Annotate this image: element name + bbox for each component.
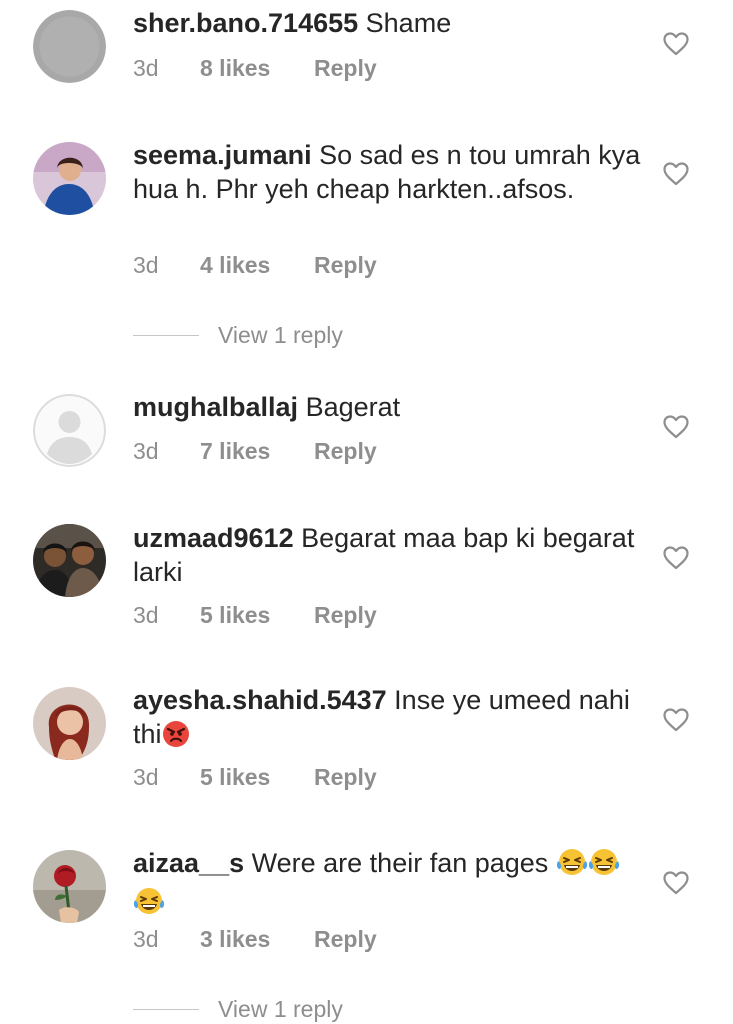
comment-username[interactable]: ayesha.shahid.5437 <box>133 685 387 715</box>
view-replies-label: View 1 reply <box>218 321 343 348</box>
comment-meta: 3d 8 likes Reply <box>133 55 377 82</box>
heart-icon[interactable] <box>663 162 689 186</box>
comment-likes[interactable]: 5 likes <box>200 764 314 791</box>
avatar[interactable] <box>33 687 106 760</box>
comment-meta: 3d 4 likes Reply <box>133 252 377 279</box>
heart-icon[interactable] <box>663 546 689 570</box>
comment-time: 3d <box>133 602 159 628</box>
comment-body: mughalballaj Bagerat <box>133 390 643 424</box>
comment-time: 3d <box>133 252 159 278</box>
comment-likes[interactable]: 8 likes <box>200 55 314 82</box>
comment-likes[interactable]: 7 likes <box>200 438 314 465</box>
comment-meta: 3d 3 likes Reply <box>133 926 377 953</box>
avatar[interactable] <box>33 10 106 83</box>
view-replies-button[interactable]: View 1 reply <box>133 320 343 350</box>
reply-button[interactable]: Reply <box>314 764 377 791</box>
comment-time: 3d <box>133 438 159 464</box>
reply-button[interactable]: Reply <box>314 55 377 82</box>
comment-likes[interactable]: 5 likes <box>200 602 314 629</box>
comment-body: uzmaad9612 Begarat maa bap ki begarat la… <box>133 521 643 589</box>
reply-button[interactable]: Reply <box>314 602 377 629</box>
heart-icon[interactable] <box>663 415 689 439</box>
avatar[interactable] <box>33 524 106 597</box>
laughing-tears-emoji <box>556 847 588 885</box>
avatar[interactable] <box>33 394 106 467</box>
comment-meta: 3d 5 likes Reply <box>133 602 377 629</box>
comment-body: seema.jumani So sad es n tou umrah kya h… <box>133 138 643 206</box>
avatar[interactable] <box>33 850 106 923</box>
comment-username[interactable]: aizaa__s <box>133 848 244 878</box>
comment-username[interactable]: seema.jumani <box>133 140 312 170</box>
avatar[interactable] <box>33 142 106 215</box>
heart-icon[interactable] <box>663 708 689 732</box>
heart-icon[interactable] <box>663 32 689 56</box>
divider-line <box>133 334 199 336</box>
comment-body: ayesha.shahid.5437 Inse ye umeed nahi th… <box>133 683 643 756</box>
laughing-tears-emoji <box>133 886 165 924</box>
divider-line <box>133 1008 199 1010</box>
comment-likes[interactable]: 4 likes <box>200 252 314 279</box>
comment-time: 3d <box>133 55 159 81</box>
comment-username[interactable]: mughalballaj <box>133 392 298 422</box>
comment-text: Shame <box>365 8 452 38</box>
view-replies-button[interactable]: View 1 reply <box>133 994 343 1024</box>
comment-time: 3d <box>133 926 159 952</box>
laughing-tears-emoji <box>588 847 620 885</box>
comment-meta: 3d 7 likes Reply <box>133 438 377 465</box>
angry-face-emoji <box>162 720 190 756</box>
reply-button[interactable]: Reply <box>314 252 377 279</box>
comment-text: Bagerat <box>305 392 401 422</box>
comment-meta: 3d 5 likes Reply <box>133 764 377 791</box>
reply-button[interactable]: Reply <box>314 926 377 953</box>
heart-icon[interactable] <box>663 871 689 895</box>
reply-button[interactable]: Reply <box>314 438 377 465</box>
comment-text: Were are their fan pages <box>251 848 549 878</box>
view-replies-label: View 1 reply <box>218 995 343 1022</box>
comment-time: 3d <box>133 764 159 790</box>
comment-username[interactable]: sher.bano.714655 <box>133 8 358 38</box>
comment-body: sher.bano.714655 Shame <box>133 6 643 40</box>
comment-likes[interactable]: 3 likes <box>200 926 314 953</box>
comment-username[interactable]: uzmaad9612 <box>133 523 294 553</box>
comment-body: aizaa__s Were are their fan pages <box>133 846 643 924</box>
